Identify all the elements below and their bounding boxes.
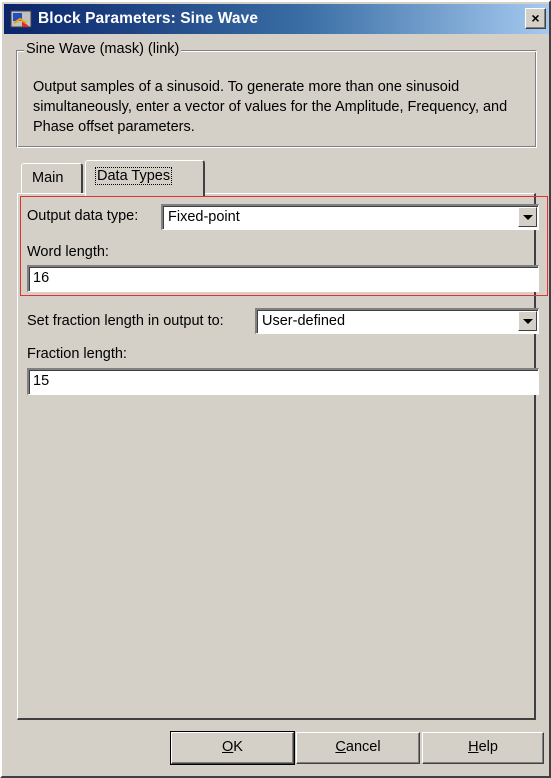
- simulink-block-icon: [10, 10, 32, 28]
- tab-data-types-label: Data Types: [95, 167, 173, 185]
- tab-data-types[interactable]: Data Types: [85, 160, 205, 196]
- help-mnemonic: H: [468, 739, 479, 755]
- fraction-length-label: Fraction length:: [27, 346, 127, 362]
- fraction-mode-select[interactable]: User-defined: [255, 308, 539, 334]
- title-bar[interactable]: Block Parameters: Sine Wave ×: [4, 4, 549, 34]
- cancel-button[interactable]: Cancel: [296, 732, 420, 764]
- window-title: Block Parameters: Sine Wave: [38, 10, 259, 27]
- word-length-field[interactable]: 16: [27, 265, 539, 292]
- fraction-length-value: 15: [33, 373, 50, 389]
- groupbox-legend: Sine Wave (mask) (link): [24, 41, 182, 57]
- help-label: elp: [478, 739, 498, 755]
- fraction-mode-label: Set fraction length in output to:: [27, 313, 224, 329]
- fraction-length-field[interactable]: 15: [27, 368, 539, 395]
- cancel-label: ancel: [345, 739, 381, 755]
- chevron-down-icon[interactable]: [518, 311, 537, 331]
- cancel-mnemonic: C: [335, 739, 346, 755]
- word-length-label: Word length:: [27, 244, 109, 260]
- ok-label: K: [233, 739, 243, 755]
- fraction-mode-value: User-defined: [262, 313, 346, 329]
- help-button[interactable]: Help: [422, 732, 544, 764]
- output-data-type-value: Fixed-point: [168, 209, 240, 225]
- ok-button[interactable]: OK: [170, 731, 295, 765]
- chevron-down-icon[interactable]: [518, 207, 537, 227]
- close-icon: ×: [531, 10, 540, 26]
- tab-main[interactable]: Main: [21, 163, 83, 193]
- tab-main-label: Main: [32, 170, 64, 186]
- close-button[interactable]: ×: [525, 8, 546, 29]
- output-data-type-label: Output data type:: [27, 208, 139, 224]
- block-description: Output samples of a sinusoid. To generat…: [33, 79, 508, 135]
- output-data-type-select[interactable]: Fixed-point: [161, 204, 539, 230]
- ok-mnemonic: O: [222, 739, 234, 755]
- word-length-value: 16: [33, 270, 50, 286]
